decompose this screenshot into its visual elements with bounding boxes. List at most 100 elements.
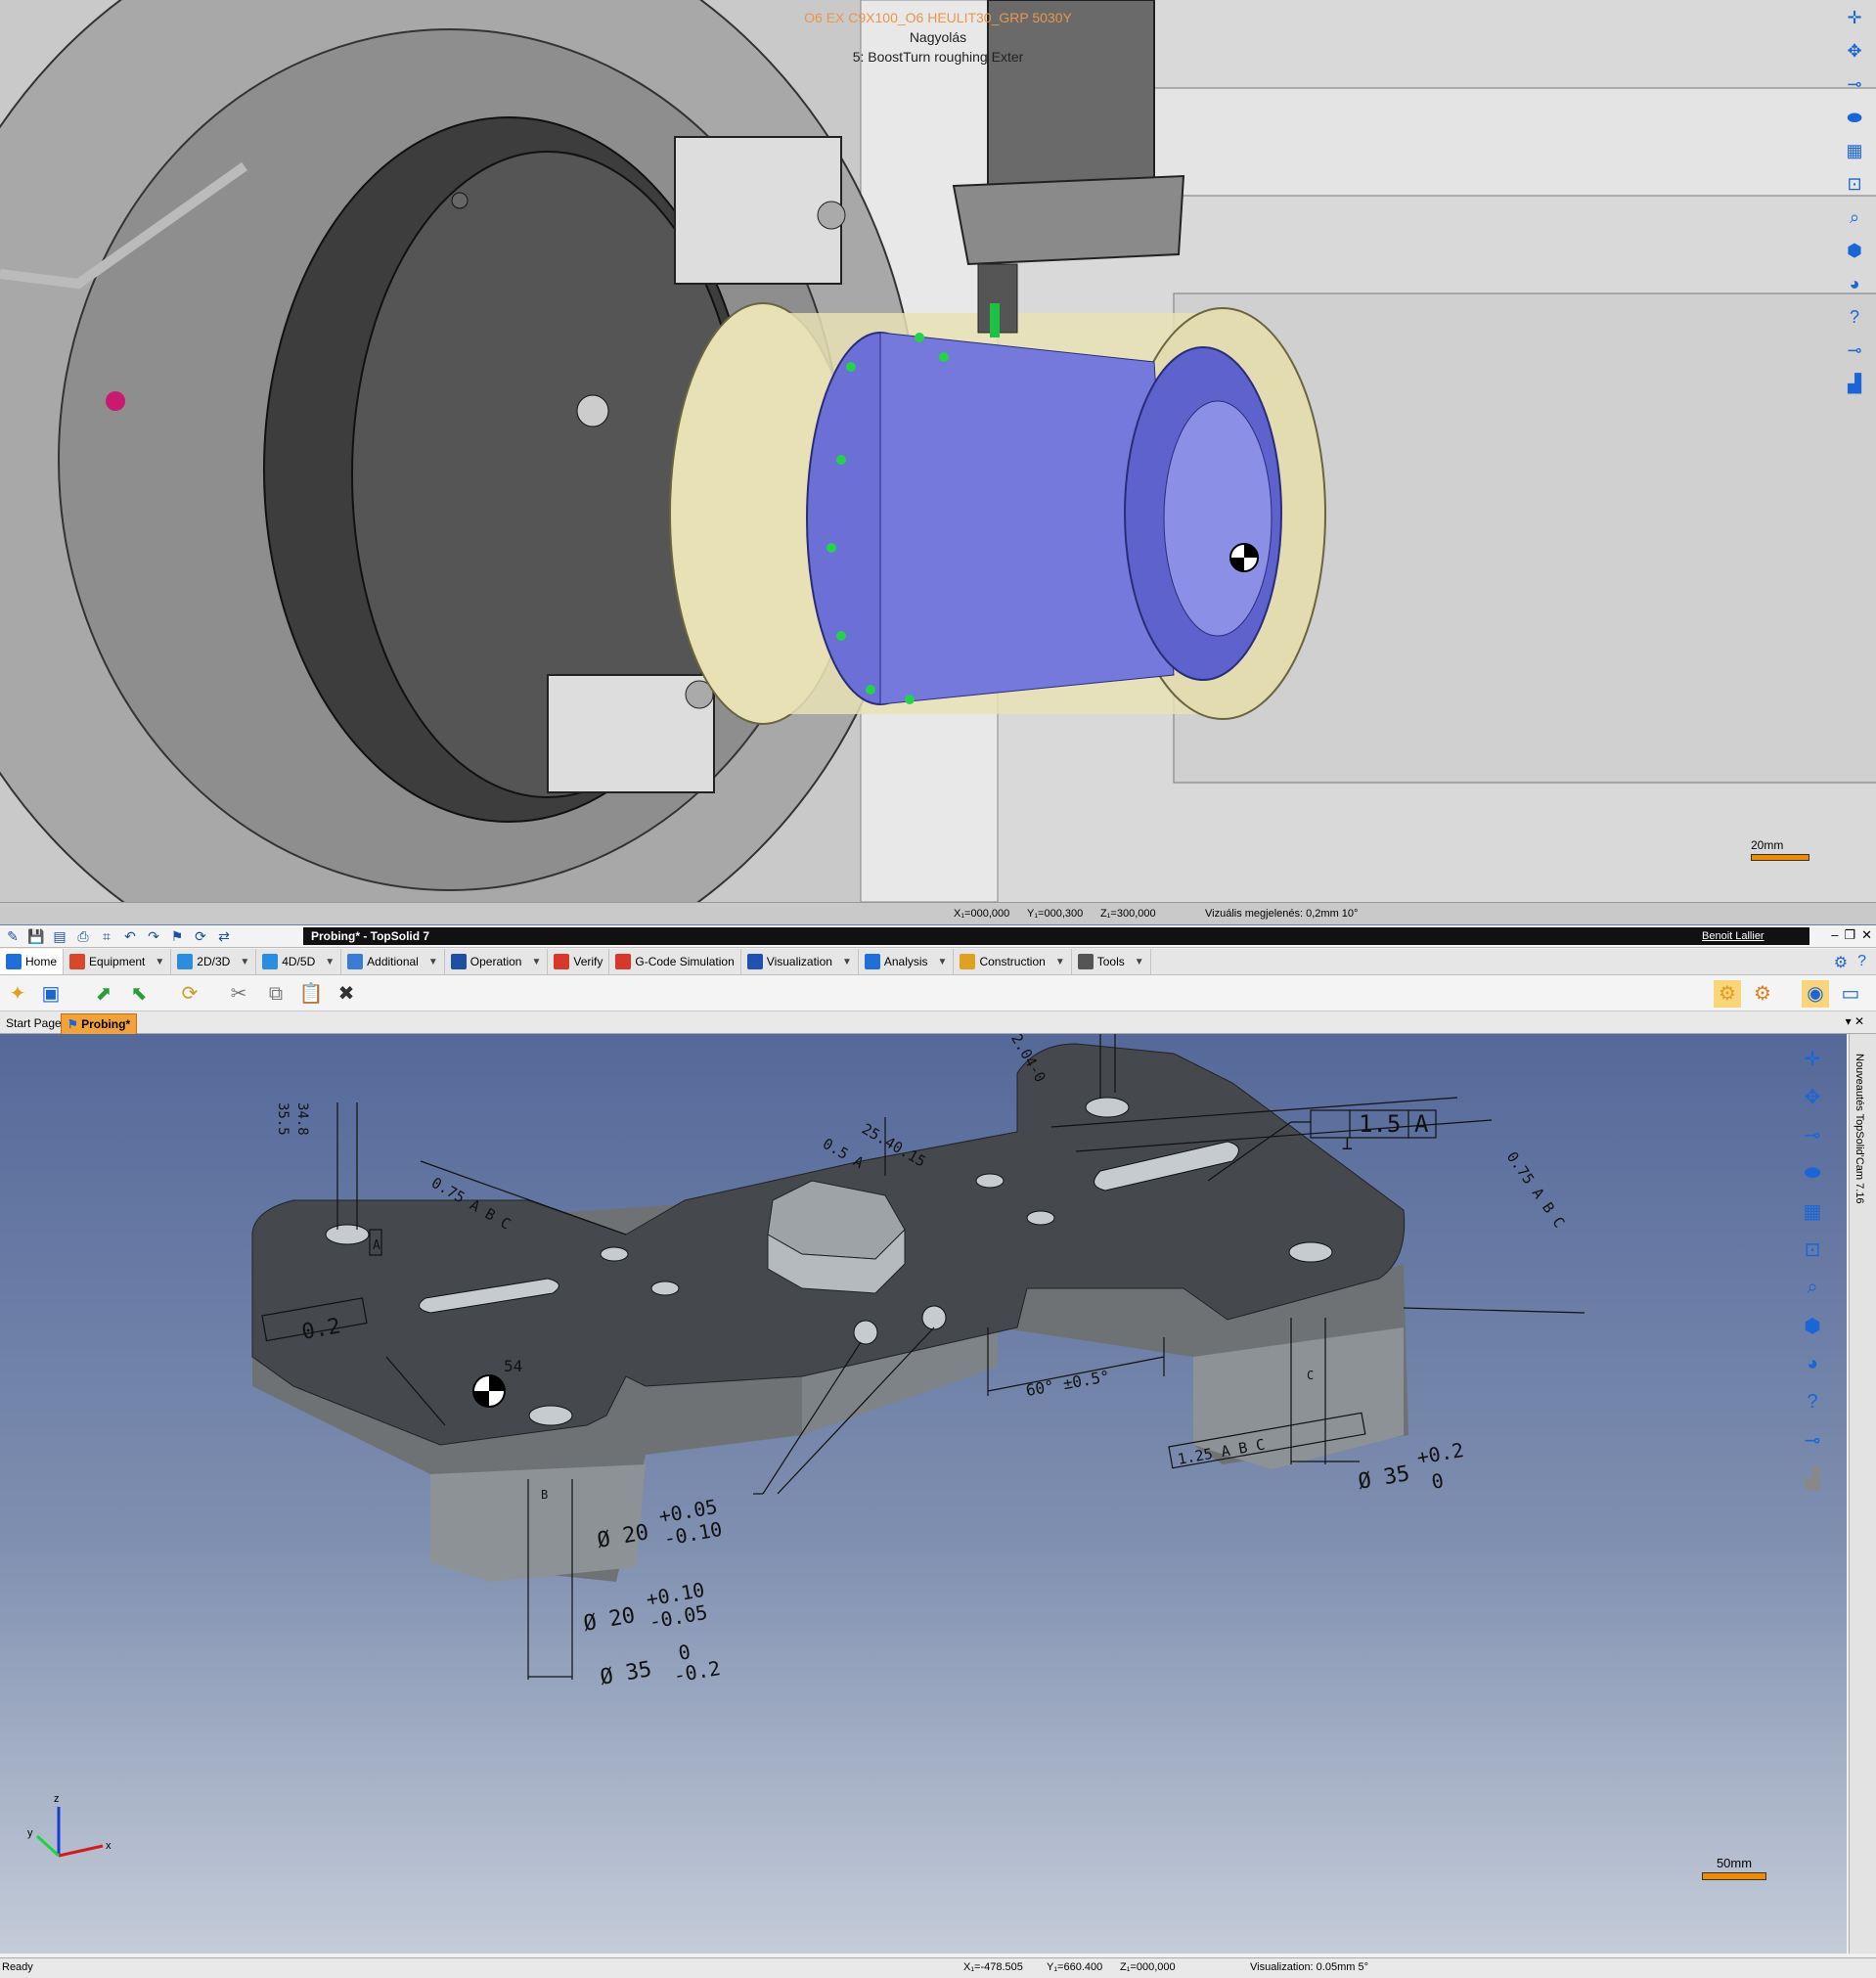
flatness-datum: A bbox=[1414, 1110, 1429, 1138]
chevron-down-icon[interactable]: ▼ bbox=[1135, 957, 1144, 967]
measure-icon[interactable]: ⊸ bbox=[1798, 1425, 1827, 1455]
sim-operation-name: 5: BoostTurn roughing Exter bbox=[852, 49, 1024, 65]
tab-additional[interactable]: Additional ▼ bbox=[341, 949, 445, 974]
zoom-box-icon[interactable]: ⊡ bbox=[1843, 172, 1866, 196]
analysis-icon bbox=[864, 954, 880, 969]
minimize-icon[interactable]: – bbox=[1831, 927, 1838, 943]
sim-scale-label: 20mm bbox=[1751, 838, 1784, 852]
app-menu-icon[interactable]: ✎ bbox=[4, 927, 22, 945]
render-mode-icon[interactable]: ⬬ bbox=[1798, 1158, 1827, 1188]
print-preview-icon[interactable]: ⌗ bbox=[98, 927, 115, 945]
restore-icon[interactable]: ❐ bbox=[1844, 927, 1855, 943]
zoom-icon[interactable]: ⌕ bbox=[1843, 205, 1866, 229]
close-icon[interactable]: ✕ bbox=[1861, 927, 1872, 943]
tab-construction[interactable]: Construction ▼ bbox=[954, 949, 1072, 974]
part-icon[interactable]: ▟ bbox=[1798, 1463, 1827, 1493]
view-mode-icon[interactable]: ⬬ bbox=[1843, 106, 1866, 129]
window-layout-icon[interactable]: ▦ bbox=[1798, 1196, 1827, 1226]
tab-operation[interactable]: Operation ▼ bbox=[445, 949, 549, 974]
3d-viewport[interactable]: 1.5 A ⊥ 0.2 1.25 A B C 0.75 A B C 0.75 A… bbox=[0, 1034, 1847, 1954]
sim-scale-indicator: 20mm bbox=[1751, 838, 1809, 861]
tab-visualization[interactable]: Visualization ▼ bbox=[741, 949, 859, 974]
tool-icon[interactable]: ⊸ bbox=[1798, 1120, 1827, 1149]
simulation-icon[interactable]: ◉ bbox=[1802, 980, 1829, 1008]
tab-label: 4D/5D bbox=[282, 955, 316, 968]
new-icon[interactable]: ✦ bbox=[4, 980, 31, 1008]
tab-gcode-simulation[interactable]: G-Code Simulation bbox=[609, 949, 741, 974]
chevron-down-icon[interactable]: ▼ bbox=[938, 957, 948, 967]
redo-icon[interactable]: ↷ bbox=[145, 927, 162, 945]
paste-icon[interactable]: 📋 bbox=[297, 980, 325, 1008]
help-icon[interactable]: ? bbox=[1843, 305, 1866, 329]
user-name-link[interactable]: Benoit Lallier bbox=[1702, 927, 1764, 945]
tab-list-icon[interactable]: ▾ bbox=[1846, 1014, 1852, 1028]
zoom-icon[interactable]: ⌕ bbox=[1798, 1273, 1827, 1302]
sim-status-bar: X₁=000,000 Y₁=000,300 Z₁=300,000 Vizuáli… bbox=[0, 902, 1876, 924]
move-axis-icon[interactable]: ✛ bbox=[1843, 6, 1866, 29]
datum-c-label: C bbox=[1307, 1369, 1314, 1382]
move-icon[interactable]: ✛ bbox=[1798, 1044, 1827, 1073]
rotate-icon[interactable]: ✥ bbox=[1798, 1082, 1827, 1111]
tab-label: Tools bbox=[1096, 955, 1125, 968]
rotate-axis-icon[interactable]: ✥ bbox=[1843, 39, 1866, 63]
refresh-icon[interactable]: ⟳ bbox=[192, 927, 209, 945]
chevron-down-icon[interactable]: ▼ bbox=[531, 957, 541, 967]
svg-text:x: x bbox=[106, 1840, 112, 1852]
tab-analysis[interactable]: Analysis ▼ bbox=[859, 949, 955, 974]
share-icon[interactable]: ⇄ bbox=[215, 927, 233, 945]
left-dimension-1: 35.5 bbox=[275, 1102, 290, 1136]
chevron-down-icon[interactable]: ▼ bbox=[325, 957, 335, 967]
tab-tools[interactable]: Tools ▼ bbox=[1072, 949, 1151, 974]
turning-simulation-view[interactable]: O6 EX C9X100_O6 HEULIT30_GRP 5030Y Nagyo… bbox=[0, 0, 1876, 902]
tab-home[interactable]: Home bbox=[0, 949, 65, 974]
machining-icon[interactable]: ⚙ bbox=[1749, 980, 1776, 1008]
tab-equipment[interactable]: Equipment ▼ bbox=[64, 949, 172, 974]
color-palette-icon[interactable]: ◕ bbox=[1798, 1349, 1827, 1378]
chevron-down-icon[interactable]: ▼ bbox=[240, 957, 249, 967]
diameter-35-right-lower: 0 bbox=[1430, 1468, 1446, 1494]
tab-start-page[interactable]: Start Page bbox=[0, 1013, 67, 1033]
tools-icon[interactable]: ⚑ bbox=[168, 927, 186, 945]
zoom-box-icon[interactable]: ⊡ bbox=[1798, 1235, 1827, 1264]
view-cube-icon[interactable]: ⬢ bbox=[1798, 1311, 1827, 1340]
flatness-symbol-icon: ⊥ bbox=[1342, 1134, 1353, 1154]
2d3d-icon bbox=[177, 954, 194, 969]
tab-2d3d[interactable]: 2D/3D ▼ bbox=[171, 949, 257, 974]
side-panel-tab[interactable]: Nouveautés TopSolid'Cam 7.16 bbox=[1849, 1034, 1876, 1954]
display-icon[interactable]: ▭ bbox=[1837, 980, 1864, 1008]
measure-icon[interactable]: ⊸ bbox=[1843, 338, 1866, 362]
chevron-down-icon[interactable]: ▼ bbox=[1055, 957, 1065, 967]
chevron-down-icon[interactable]: ▼ bbox=[428, 957, 438, 967]
cut-icon[interactable]: ✂ bbox=[225, 980, 252, 1008]
tab-4d5d[interactable]: 4D/5D ▼ bbox=[256, 949, 342, 974]
diameter-35-right: Ø 35 bbox=[1357, 1461, 1412, 1495]
print-icon[interactable]: ⎙ bbox=[74, 927, 92, 945]
gcode-simulation-icon bbox=[615, 954, 632, 969]
window-layout-icon[interactable]: ▦ bbox=[1843, 139, 1866, 162]
chevron-down-icon[interactable]: ▼ bbox=[155, 957, 164, 967]
operations-icon[interactable]: ⚙ bbox=[1714, 980, 1741, 1008]
open-icon[interactable]: ▣ bbox=[37, 980, 65, 1008]
help-icon[interactable]: ? bbox=[1857, 953, 1866, 972]
update-icon[interactable]: ⟳ bbox=[176, 980, 203, 1008]
sim-coord-x: X₁=000,000 bbox=[954, 908, 1010, 920]
help-icon[interactable]: ? bbox=[1798, 1387, 1827, 1416]
tool-icon[interactable]: ⊸ bbox=[1843, 72, 1866, 96]
side-panel-title: Nouveautés TopSolid'Cam 7.16 bbox=[1854, 1054, 1865, 1204]
part-icon[interactable]: ▟ bbox=[1843, 372, 1866, 395]
import-icon[interactable]: ⬈ bbox=[90, 980, 117, 1008]
save-all-icon[interactable]: ▤ bbox=[51, 927, 68, 945]
view-cube-icon[interactable]: ⬢ bbox=[1843, 239, 1866, 262]
chevron-down-icon[interactable]: ▼ bbox=[842, 957, 852, 967]
close-document-icon[interactable]: ✕ bbox=[1854, 1014, 1864, 1028]
export-icon[interactable]: ⬉ bbox=[125, 980, 153, 1008]
undo-icon[interactable]: ↶ bbox=[121, 927, 139, 945]
delete-icon[interactable]: ✖ bbox=[333, 980, 360, 1008]
tab-probing[interactable]: ⚑ Probing* bbox=[61, 1013, 138, 1035]
save-icon[interactable]: 💾 bbox=[27, 927, 45, 945]
color-palette-icon[interactable]: ◕ bbox=[1843, 272, 1866, 295]
copy-icon[interactable]: ⧉ bbox=[262, 980, 290, 1008]
tab-verify[interactable]: Verify bbox=[548, 949, 610, 974]
position-tol-right: 0.75 A B C bbox=[1503, 1148, 1569, 1231]
settings-icon[interactable]: ⚙ bbox=[1834, 953, 1848, 972]
